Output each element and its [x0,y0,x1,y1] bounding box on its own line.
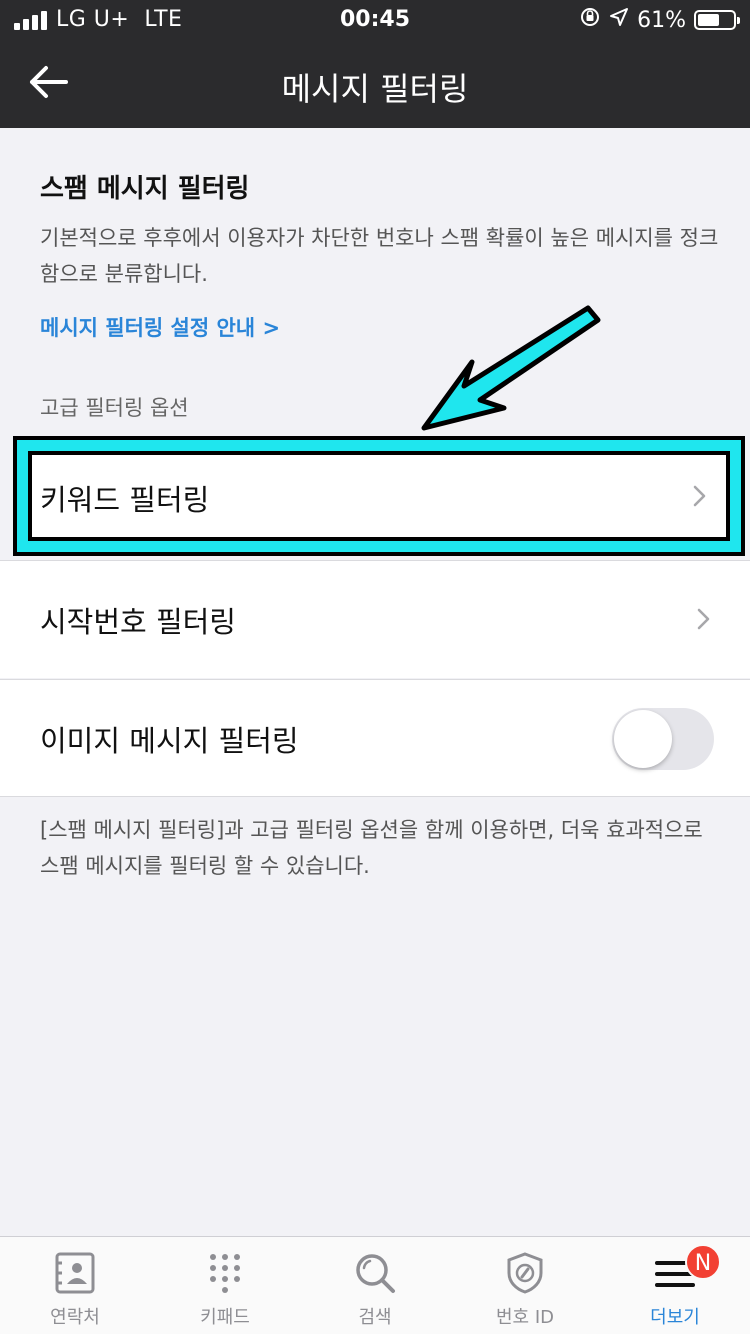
chevron-right-icon [696,604,712,634]
battery-icon [694,10,740,30]
tab-more[interactable]: 더보기 [600,1237,750,1334]
tab-label: 연락처 [50,1307,100,1328]
spam-section-description: 기본적으로 후후에서 이용자가 차단한 번호나 스팸 확률이 높은 메시지를 정… [40,226,719,286]
shield-id-icon [503,1251,547,1295]
annotation-arrow-icon [421,305,601,431]
tab-label: 번호 ID [495,1307,554,1328]
prefix-filtering-row[interactable]: 시작번호 필터링 [0,560,750,678]
status-right: 61% [579,6,740,34]
orientation-lock-icon [579,6,601,34]
toggle-knob [614,710,672,768]
search-icon [353,1251,397,1295]
location-icon [609,7,629,33]
advanced-options-header: 고급 필터링 옵션 [40,396,189,420]
page-title: 메시지 필터링 [281,70,469,108]
tab-label: 더보기 [650,1307,700,1328]
contacts-icon [53,1251,97,1295]
tab-label: 키패드 [200,1307,250,1328]
battery-percent: 61% [637,7,686,33]
top-bar: LG U+ LTE 00:45 61% 메시지 필터링 [0,0,750,128]
prefix-filtering-label: 시작번호 필터링 [40,605,236,639]
tab-contacts[interactable]: 연락처 [0,1237,150,1334]
notification-badge: N [685,1244,721,1280]
tab-keypad[interactable]: 키패드 [150,1237,300,1334]
image-filtering-toggle[interactable] [612,708,714,770]
tab-label: 검색 [358,1307,392,1328]
image-message-filtering-row: 이미지 메시지 필터링 [0,679,750,797]
tab-search[interactable]: 검색 [300,1237,450,1334]
tab-number-id[interactable]: 번호 ID [450,1237,600,1334]
spam-section-title: 스팸 메시지 필터링 [40,174,250,204]
status-bar: LG U+ LTE 00:45 61% [0,0,750,40]
highlight-inner-border [28,451,730,541]
keypad-icon [203,1251,247,1295]
tab-bar: 연락처 키패드 검색 번호 ID 더보기 [0,1236,750,1334]
advanced-footer-note: [스팸 메시지 필터링]과 고급 필터링 옵션을 함께 이용하면, 더욱 효과적… [40,818,703,878]
image-message-filtering-label: 이미지 메시지 필터링 [40,724,299,758]
filtering-guide-link[interactable]: 메시지 필터링 설정 안내 > [40,312,280,342]
